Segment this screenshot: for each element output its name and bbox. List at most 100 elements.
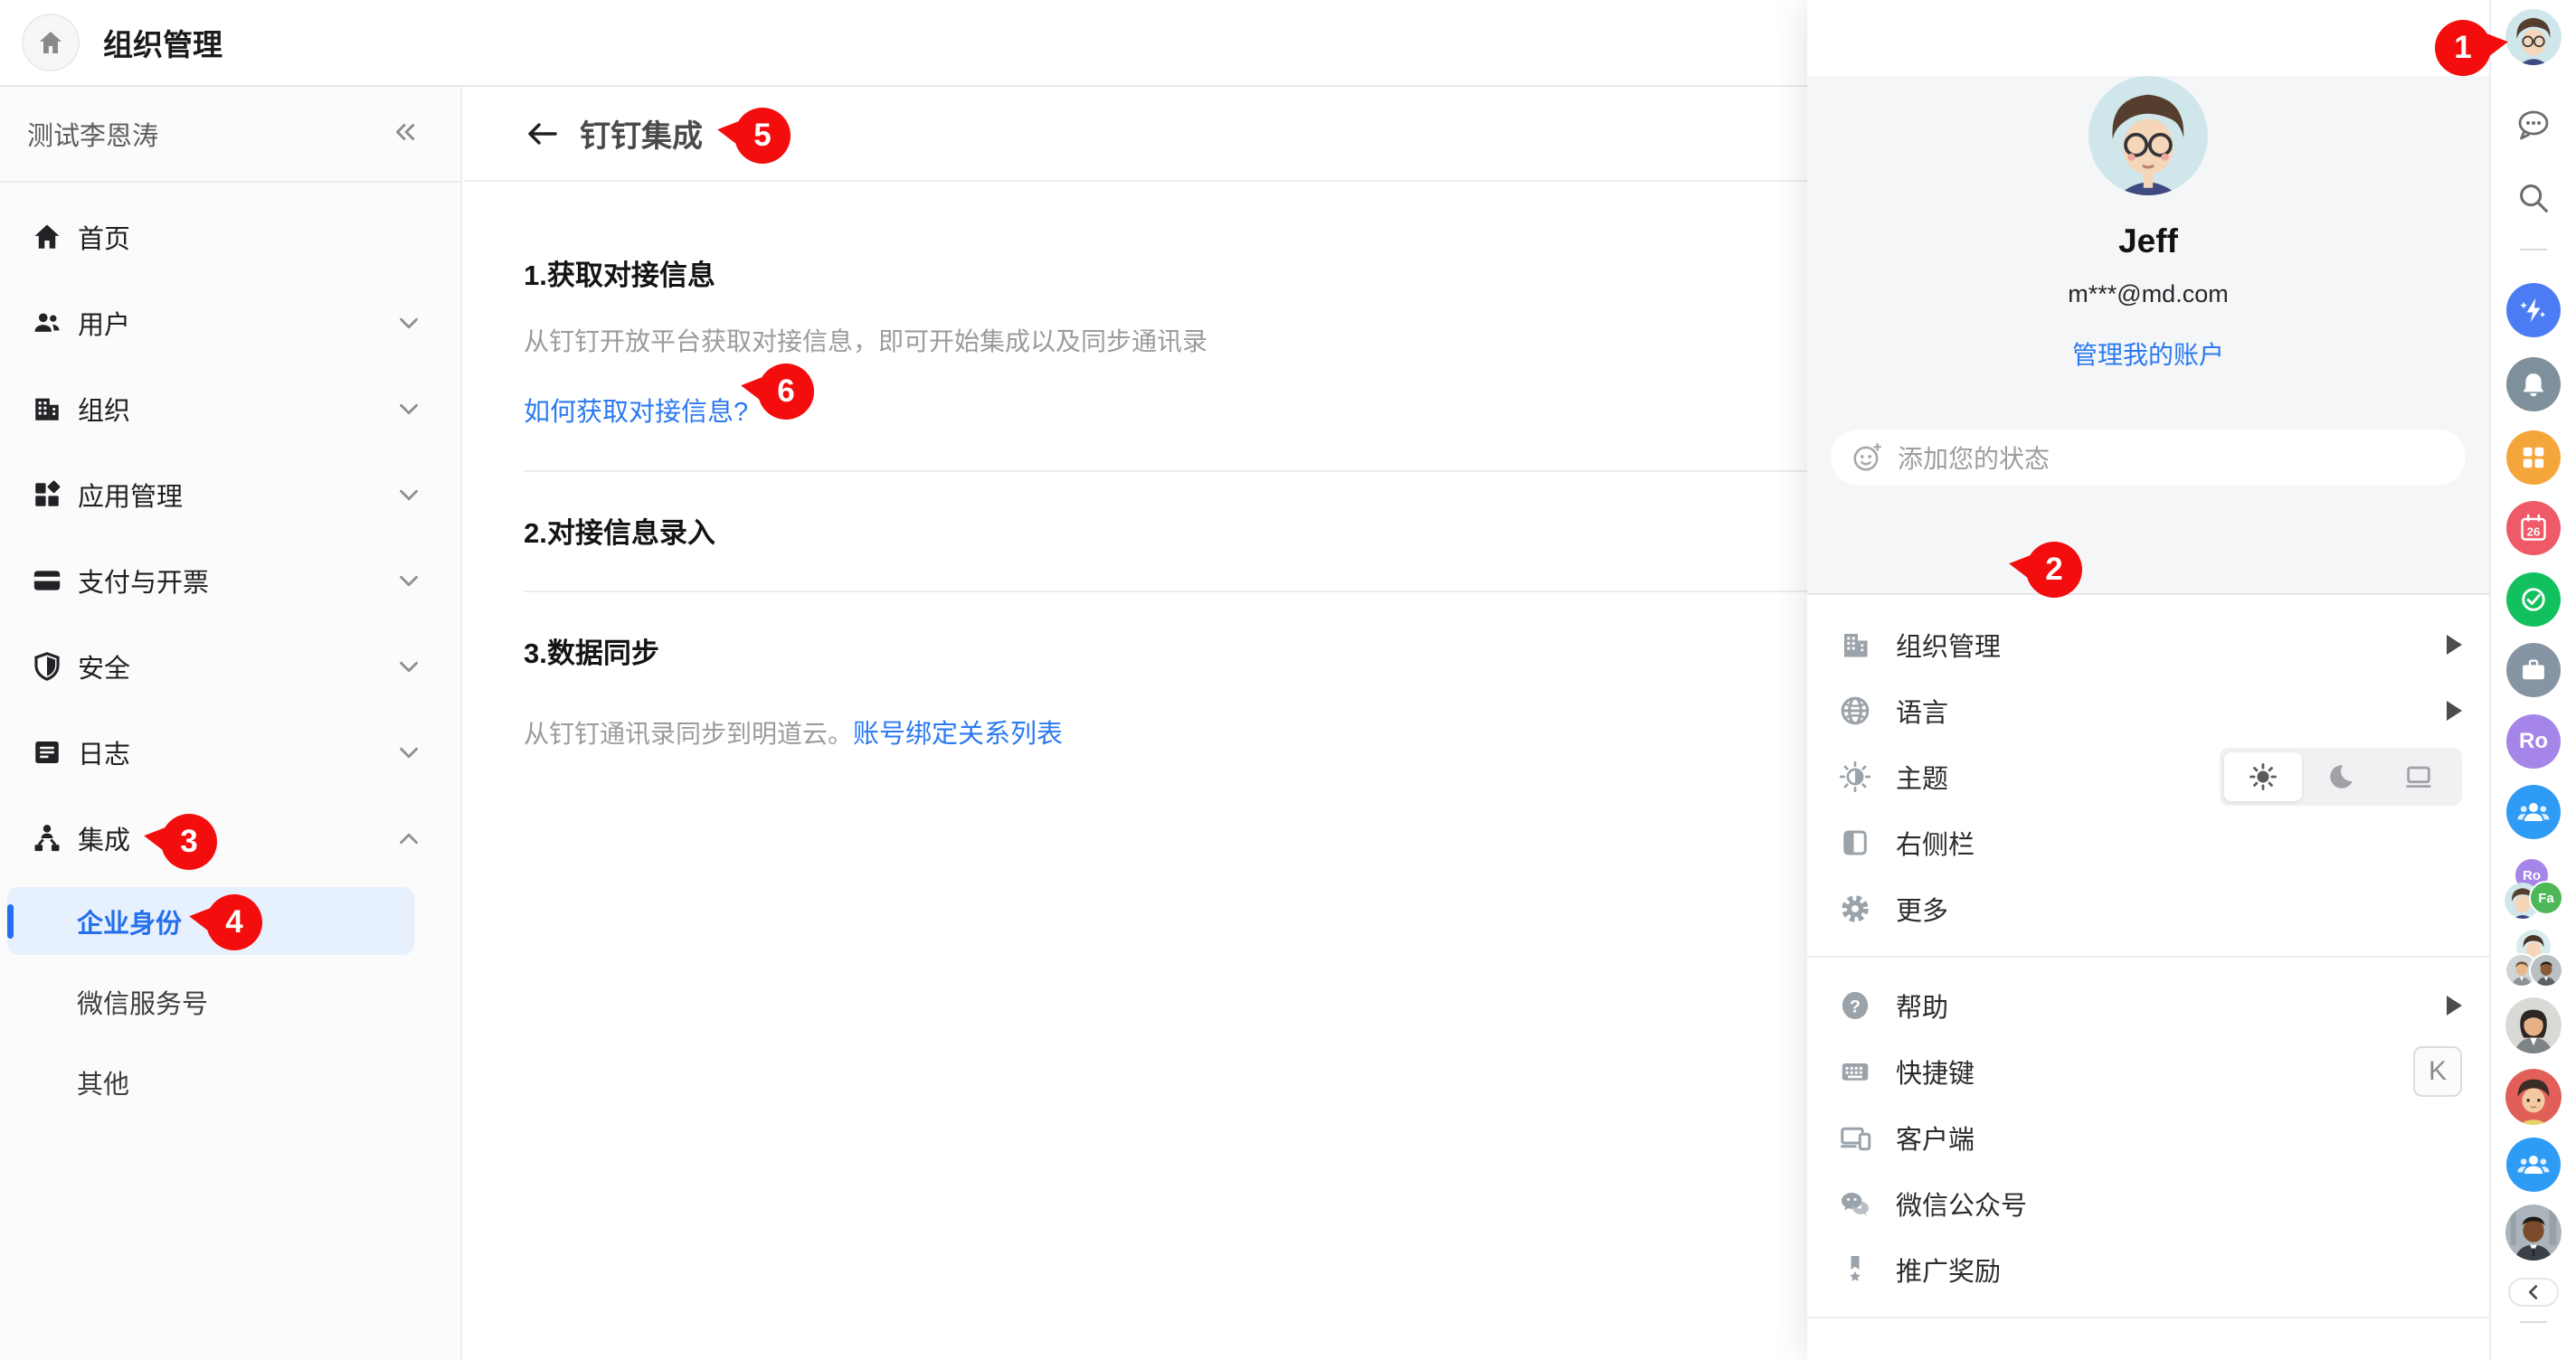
- group-avatar-cluster-2[interactable]: [2505, 930, 2562, 987]
- collapse-sidebar-icon[interactable]: [390, 118, 421, 150]
- calendar-app-icon[interactable]: 26: [2506, 501, 2561, 555]
- sidebar-item-label: 安全: [78, 647, 393, 685]
- notifications-app-icon[interactable]: [2506, 357, 2561, 411]
- right-sidebar-icon: [1838, 826, 1872, 860]
- sidebar-subitem-wechat-service[interactable]: 微信服务号: [0, 961, 460, 1042]
- sidebar-item-integration[interactable]: 集成: [0, 795, 460, 881]
- menu-item-language[interactable]: 语言: [1807, 677, 2489, 743]
- sidebar-item-billing[interactable]: 支付与开票: [0, 537, 460, 623]
- automation-app-icon[interactable]: [2506, 283, 2561, 337]
- contact-avatar-boy[interactable]: [2505, 1069, 2562, 1129]
- right-rail: 26 Ro Ro Fa: [2489, 0, 2576, 1360]
- divider: [1807, 956, 2489, 958]
- menu-item-right-sidebar[interactable]: 右侧栏: [1807, 809, 2489, 875]
- menu-item-label: 推广奖励: [1896, 1251, 2001, 1289]
- sidebar-item-logs[interactable]: 日志: [0, 709, 460, 795]
- sidebar-item-label: 支付与开票: [78, 562, 393, 600]
- contact-avatar-man[interactable]: [2505, 1204, 2562, 1265]
- step1-help-link[interactable]: 如何获取对接信息?: [524, 391, 748, 429]
- theme-system-option[interactable]: [2380, 752, 2458, 801]
- submenu-arrow-icon: [2447, 996, 2462, 1015]
- home-button[interactable]: [22, 14, 80, 71]
- menu-item-clients[interactable]: 客户端: [1807, 1104, 2489, 1170]
- chat-icon[interactable]: [2512, 104, 2555, 152]
- callout-badge-2: 2: [2026, 542, 2082, 598]
- theme-dark-option[interactable]: [2302, 752, 2380, 801]
- smiley-add-icon: [1851, 441, 1883, 474]
- sidebar-item-organization[interactable]: 组织: [0, 365, 460, 451]
- collapse-rail-button[interactable]: [2508, 1278, 2559, 1307]
- medal-icon: [1838, 1252, 1872, 1287]
- chevron-up-icon: [393, 823, 424, 854]
- chevron-down-icon: [393, 479, 424, 510]
- workspace-ro-avatar[interactable]: Ro: [2506, 714, 2561, 769]
- user-avatar[interactable]: [2088, 76, 2208, 195]
- page-section-title: 钉钉集成: [580, 111, 703, 156]
- menu-item-theme[interactable]: 主题: [1807, 743, 2489, 809]
- group-app-icon[interactable]: [2506, 1138, 2561, 1192]
- callout-badge-6: 6: [758, 364, 814, 420]
- status-placeholder: 添加您的状态: [1898, 439, 2050, 476]
- theme-icon: [1838, 760, 1872, 794]
- sidebar-item-home[interactable]: 首页: [0, 194, 460, 279]
- sidebar-subitem-other[interactable]: 其他: [0, 1042, 460, 1122]
- user-email: m***@md.com: [1807, 280, 2489, 308]
- integration-icon: [31, 822, 63, 855]
- contact-avatar-woman[interactable]: [2505, 997, 2562, 1058]
- sidebar-item-label: 首页: [78, 218, 424, 256]
- chevron-down-icon: [393, 651, 424, 682]
- divider: [1807, 1317, 2489, 1318]
- sidebar-item-label: 用户: [78, 304, 393, 342]
- sidebar-item-app-management[interactable]: 应用管理: [0, 451, 460, 537]
- menu-item-label: 主题: [1896, 758, 1948, 796]
- home-icon: [31, 221, 63, 253]
- rail-user-avatar[interactable]: [2505, 9, 2562, 70]
- sidebar-item-users[interactable]: 用户: [0, 279, 460, 365]
- sidebar-subitem-label: 其他: [77, 1063, 129, 1101]
- page-title: 组织管理: [103, 21, 223, 64]
- help-icon: ?: [1838, 988, 1872, 1023]
- chevron-down-icon: [393, 307, 424, 338]
- menu-item-label: 更多: [1896, 890, 1948, 928]
- search-icon[interactable]: [2513, 177, 2554, 223]
- theme-switcher: [2220, 748, 2462, 806]
- menu-item-hdp-platform[interactable]: HDP 超级数据平台: [1807, 1333, 2489, 1360]
- sidebar: 测试李恩涛 首页 用户 组织 应用管理: [0, 87, 462, 1360]
- org-management-app: 组织管理 测试李恩涛 首页 用户 组织: [0, 0, 2576, 1360]
- menu-item-referral-rewards[interactable]: 推广奖励: [1807, 1236, 2489, 1302]
- menu-item-help[interactable]: ? 帮助: [1807, 972, 2489, 1038]
- sidebar-item-security[interactable]: 安全: [0, 623, 460, 709]
- tasks-app-icon[interactable]: [2506, 572, 2561, 627]
- sidebar-subitem-label: 微信服务号: [77, 983, 208, 1021]
- back-button[interactable]: [522, 116, 562, 152]
- menu-item-more[interactable]: 更多: [1807, 875, 2489, 941]
- building-icon: [31, 392, 63, 425]
- submenu-arrow-icon: [2447, 701, 2462, 721]
- menu-item-label: 组织管理: [1896, 626, 2001, 664]
- group-app-icon[interactable]: [2506, 785, 2561, 839]
- devices-icon: [1838, 1120, 1872, 1155]
- svg-text:?: ?: [1850, 996, 1861, 1016]
- gear-icon: [1838, 892, 1872, 926]
- avatar-fa-mini: Fa: [2529, 881, 2563, 915]
- sidebar-subitem-label: 企业身份: [77, 902, 182, 940]
- panel-menu-primary: 组织管理 语言 主题: [1807, 595, 2489, 1360]
- menu-item-shortcuts[interactable]: 快捷键 K: [1807, 1038, 2489, 1104]
- menu-item-wechat-official[interactable]: 微信公众号: [1807, 1170, 2489, 1236]
- apps-grid-icon[interactable]: [2506, 430, 2561, 485]
- briefcase-app-icon[interactable]: [2506, 643, 2561, 697]
- account-binding-link[interactable]: 账号绑定关系列表: [853, 713, 1063, 751]
- svg-text:26: 26: [2527, 524, 2541, 538]
- sidebar-item-label: 应用管理: [78, 476, 393, 514]
- callout-badge-1: 1: [2435, 20, 2491, 76]
- profile-section: Jeff m***@md.com 管理我的账户 添加您的状态: [1807, 76, 2489, 595]
- sidebar-nav: 首页 用户 组织 应用管理 支付与开票: [0, 183, 460, 1122]
- menu-item-org-management[interactable]: 组织管理: [1807, 611, 2489, 677]
- shortcut-keycap: K: [2413, 1046, 2462, 1097]
- building-icon: [1838, 628, 1872, 662]
- theme-light-option[interactable]: [2224, 752, 2302, 801]
- chevron-down-icon: [393, 393, 424, 424]
- status-input[interactable]: 添加您的状态: [1831, 430, 2466, 486]
- manage-account-link[interactable]: 管理我的账户: [1807, 335, 2489, 372]
- group-avatar-cluster-1[interactable]: Ro Fa: [2505, 859, 2562, 919]
